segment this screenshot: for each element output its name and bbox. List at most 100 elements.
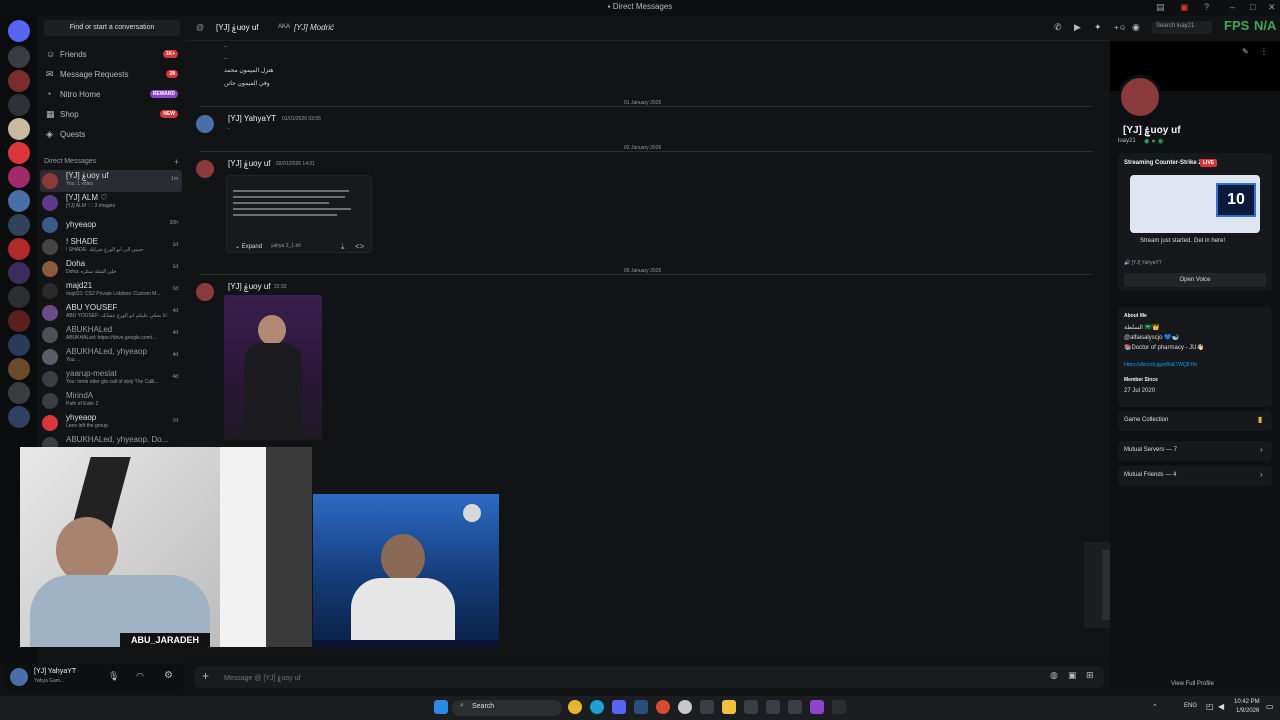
dm-item[interactable]: ABUKHALed ABUKHALed: https://drive.googl… [40, 324, 182, 346]
dm-item[interactable]: yaarup-meslat You: tomb rider gta call o… [40, 368, 182, 390]
update-icon[interactable]: ▣ [1180, 2, 1189, 13]
server-icon[interactable] [8, 214, 30, 236]
notification-icon[interactable]: ▭ [1266, 702, 1274, 711]
avatar[interactable] [196, 115, 214, 133]
dm-item[interactable]: ABU YOUSEF ABU YOUSEF: انا بحكي عليكم اب… [40, 302, 182, 324]
dm-item[interactable]: yhyeaop Leen left the group. 7d [40, 412, 182, 434]
app-icon[interactable] [634, 700, 648, 714]
network-icon[interactable]: ◰ [1206, 702, 1214, 711]
server-icon[interactable] [8, 70, 30, 92]
tray-chevron-icon[interactable]: ⌃ [1152, 703, 1158, 711]
call-icon[interactable]: ✆ [1054, 22, 1062, 33]
server-icon[interactable] [8, 118, 30, 140]
dm-item[interactable]: majd21 majd21: CS2 Private Lobbies: Cust… [40, 280, 182, 302]
server-icon[interactable] [8, 334, 30, 356]
dm-item[interactable]: ! SHADE ! SHADE: حبيبي الى ابو الورع شرا… [40, 236, 182, 258]
dm-item[interactable]: Doha Doha: خلي الشلة سكره 1d [40, 258, 182, 280]
profile-toggle-icon[interactable]: ◉ [1132, 22, 1140, 33]
microphone-icon[interactable]: 🎙 [108, 671, 119, 682]
dm-item[interactable]: MirindA Path of Exile 2 [40, 390, 182, 412]
message-author[interactable]: [YJ] YahyaYT [228, 114, 276, 123]
app-icon[interactable] [810, 700, 824, 714]
home-discord-icon[interactable] [8, 20, 30, 42]
server-icon[interactable] [8, 358, 30, 380]
app-icon[interactable] [700, 700, 714, 714]
nav-friends[interactable]: ☺ Friends 1K+ [46, 46, 178, 62]
nav-quests[interactable]: ◈ Quests [46, 126, 178, 142]
text-file-attachment[interactable]: ⌄ Expand yahya 2_1.txt ⤓ <> [226, 175, 372, 253]
chrome-icon[interactable] [568, 700, 582, 714]
edge-icon[interactable] [590, 700, 604, 714]
open-voice-button[interactable]: Open Voice [1124, 273, 1266, 287]
more-icon[interactable]: ⋮ [1260, 47, 1268, 56]
maximize-icon[interactable]: □ [1250, 2, 1255, 12]
profile-avatar[interactable] [1118, 75, 1162, 119]
nav-message-requests[interactable]: ✉ Message Requests 28 [46, 66, 178, 82]
settings-gear-icon[interactable]: ⚙ [164, 670, 173, 681]
add-friend-icon[interactable]: +☺ [1114, 23, 1127, 32]
sticker-icon[interactable]: ▣ [1068, 670, 1077, 681]
nav-nitro-home[interactable]: ◔ Nitro Home REWARD [46, 86, 178, 102]
help-icon[interactable]: ? [1204, 2, 1209, 12]
profile-action-icon[interactable]: ✎ [1242, 47, 1249, 56]
expand-button[interactable]: ⌄ Expand [235, 243, 262, 250]
discord-taskbar-icon[interactable] [612, 700, 626, 714]
server-icon[interactable] [8, 382, 30, 404]
app-icon[interactable] [744, 700, 758, 714]
server-icon[interactable] [8, 262, 30, 284]
mutual-friends-row[interactable]: Mutual Friends — 4 › [1118, 466, 1272, 486]
find-conversation-button[interactable]: Find or start a conversation [44, 20, 180, 36]
message-author[interactable]: [YJ] ۼuoy uf [228, 282, 271, 291]
video-call-icon[interactable]: ▶ [1074, 22, 1081, 33]
headphones-icon[interactable]: ◠ [136, 671, 144, 682]
server-icon[interactable] [8, 94, 30, 116]
stream-preview[interactable]: 10 [1130, 175, 1260, 233]
minimize-icon[interactable]: – [1230, 2, 1235, 12]
user-avatar[interactable] [10, 668, 28, 686]
app-icon[interactable] [656, 700, 670, 714]
server-icon[interactable] [8, 190, 30, 212]
search-input[interactable]: Search luay21 [1152, 21, 1212, 34]
dm-item[interactable]: [YJ] ALM ♡ [YJ] ALM ♡: 3 images [40, 192, 182, 214]
download-icon[interactable]: ⤓ [341, 242, 345, 252]
start-windows-icon[interactable] [434, 700, 448, 714]
apps-icon[interactable]: ⊞ [1086, 670, 1094, 681]
server-icon[interactable] [8, 142, 30, 164]
server-icon[interactable] [8, 310, 30, 332]
pin-icon[interactable]: ✦ [1094, 22, 1102, 33]
nav-shop[interactable]: ▦ Shop NEW [46, 106, 178, 122]
game-collection-row[interactable]: Game Collection ▮ [1118, 411, 1272, 431]
clock-time[interactable]: 10:42 PM [1234, 699, 1260, 705]
about-link[interactable]: https://discord.gg/eBxE7WQ5Ym [1124, 362, 1197, 368]
create-dm-icon[interactable]: + [174, 157, 179, 167]
dm-item[interactable]: ABUKHALed, yhyeaop You: .. 4d [40, 346, 182, 368]
app-icon[interactable] [766, 700, 780, 714]
avatar[interactable] [196, 283, 214, 301]
avatar[interactable] [196, 160, 214, 178]
view-full-profile-link[interactable]: View Full Profile [1171, 681, 1214, 687]
inbox-icon[interactable]: ▤ [1156, 2, 1165, 13]
code-view-icon[interactable]: <> [355, 242, 364, 251]
server-icon[interactable] [8, 166, 30, 188]
volume-icon[interactable]: ◀ [1218, 702, 1224, 711]
server-icon[interactable] [8, 286, 30, 308]
app-icon[interactable] [678, 700, 692, 714]
language-indicator[interactable]: ENG [1184, 703, 1197, 709]
taskbar-search[interactable]: ⌕ Search [452, 700, 562, 716]
video-attachment[interactable] [224, 295, 322, 440]
server-icon[interactable] [8, 46, 30, 68]
dm-item[interactable]: [YJ] ۼuoy uf You: 1 video 1m [40, 170, 182, 192]
gift-icon[interactable]: ◍ [1050, 670, 1058, 681]
server-icon[interactable] [8, 406, 30, 428]
add-attachment-icon[interactable]: + [202, 669, 209, 683]
message-input[interactable] [222, 670, 1006, 686]
app-icon[interactable] [788, 700, 802, 714]
dm-item[interactable]: yhyeaop 20h [40, 214, 182, 236]
message-author[interactable]: [YJ] ۼuoy uf [228, 159, 271, 168]
clock-date[interactable]: 1/9/2026 [1236, 708, 1259, 714]
file-explorer-icon[interactable] [722, 700, 736, 714]
mutual-servers-row[interactable]: Mutual Servers — 7 › [1118, 441, 1272, 461]
close-icon[interactable]: ✕ [1268, 2, 1276, 13]
server-icon[interactable] [8, 238, 30, 260]
app-icon[interactable] [832, 700, 846, 714]
